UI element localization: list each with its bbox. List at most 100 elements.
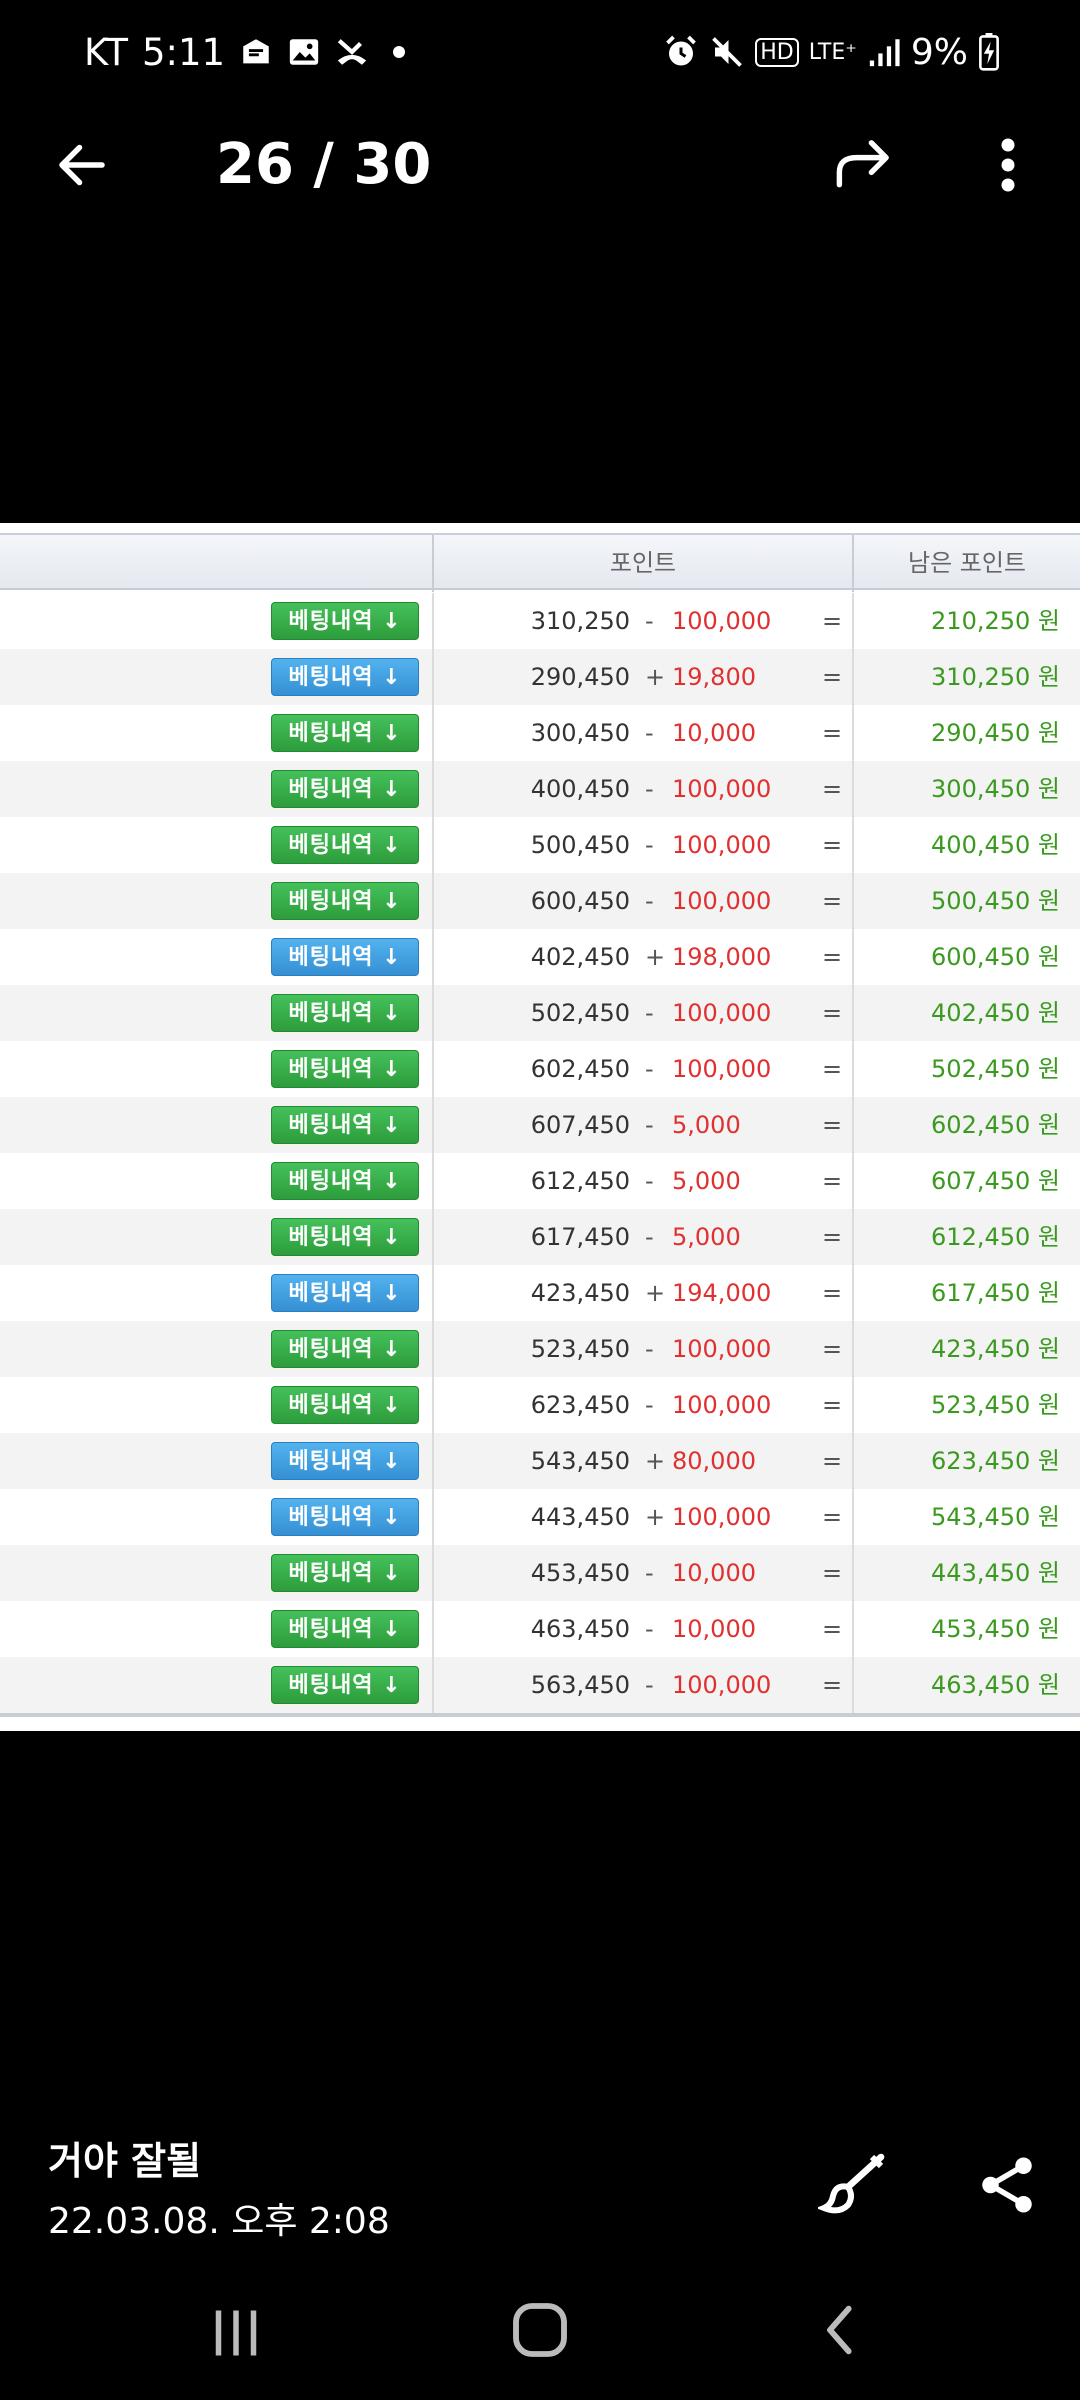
- equals-sign: =: [822, 1503, 843, 1531]
- bet-history-button[interactable]: 베팅내역 ↓: [271, 994, 419, 1032]
- column-separator: [852, 705, 854, 761]
- remaining-points: 210,250 원: [931, 607, 1060, 635]
- back-icon[interactable]: [818, 2298, 858, 2362]
- previous-points: 402,450: [530, 943, 630, 971]
- column-separator: [432, 1545, 434, 1601]
- bet-history-button[interactable]: 베팅내역 ↓: [271, 1666, 419, 1704]
- more-vert-icon[interactable]: [988, 135, 1028, 195]
- table-row: 베팅내역 ↓ 463,450-10,000 = 453,450 원: [0, 1601, 1080, 1657]
- bet-history-button[interactable]: 베팅내역 ↓: [271, 1162, 419, 1200]
- image-caption-date: 22.03.08. 오후 2:08: [48, 2201, 390, 2242]
- carrier: KT: [84, 30, 128, 74]
- operator: +: [645, 663, 666, 691]
- bet-history-button[interactable]: 베팅내역 ↓: [271, 1274, 419, 1312]
- share-icon[interactable]: [974, 2150, 1040, 2220]
- column-separator: [432, 705, 434, 761]
- column-separator: [852, 1209, 854, 1265]
- bet-history-button[interactable]: 베팅내역 ↓: [271, 1554, 419, 1592]
- remaining-points: 500,450 원: [931, 887, 1060, 915]
- remaining-points: 400,450 원: [931, 831, 1060, 859]
- operator: -: [645, 775, 654, 803]
- bet-amount: 198,000: [672, 943, 772, 971]
- bet-history-button[interactable]: 베팅내역 ↓: [271, 658, 419, 696]
- previous-points: 502,450: [530, 999, 630, 1027]
- bet-history-button[interactable]: 베팅내역 ↓: [271, 1106, 419, 1144]
- bet-amount: 10,000: [672, 1615, 756, 1643]
- bet-history-button[interactable]: 베팅내역 ↓: [271, 714, 419, 752]
- operator: +: [645, 1503, 666, 1531]
- bet-amount: 5,000: [672, 1223, 741, 1251]
- photo-content[interactable]: 포인트 남은 포인트 베팅내역 ↓ 310,250-100,000 = 210,250…: [0, 523, 1080, 1731]
- equals-sign: =: [822, 1279, 843, 1307]
- remaining-points: 310,250 원: [931, 663, 1060, 691]
- operator: -: [645, 1559, 654, 1587]
- column-separator: [432, 593, 434, 649]
- bet-amount: 5,000: [672, 1167, 741, 1195]
- previous-points: 602,450: [530, 1055, 630, 1083]
- remaining-points: 453,450 원: [931, 1615, 1060, 1643]
- bet-amount: 194,000: [672, 1279, 772, 1307]
- column-separator: [432, 1601, 434, 1657]
- bet-history-button[interactable]: 베팅내역 ↓: [271, 1386, 419, 1424]
- bet-amount: 100,000: [672, 999, 772, 1027]
- remaining-points: 290,450 원: [931, 719, 1060, 747]
- status-right: HD LTE⁺ 9%: [663, 26, 1000, 78]
- column-separator: [432, 817, 434, 873]
- share-arrow-icon[interactable]: [832, 135, 896, 195]
- column-separator: [852, 817, 854, 873]
- status-bar: KT 5:11 HD LTE⁺ 9%: [0, 0, 1080, 100]
- previous-points: 500,450: [530, 831, 630, 859]
- column-separator: [852, 1433, 854, 1489]
- equals-sign: =: [822, 999, 843, 1027]
- operator: +: [645, 943, 666, 971]
- bet-amount: 100,000: [672, 1055, 772, 1083]
- equals-sign: =: [822, 663, 843, 691]
- system-nav-bar: [0, 2270, 1080, 2400]
- recent-apps-icon[interactable]: [206, 2302, 266, 2364]
- home-icon[interactable]: [508, 2298, 572, 2362]
- bet-amount: 100,000: [672, 1391, 772, 1419]
- column-separator: [852, 1657, 854, 1713]
- remaining-points: 612,450 원: [931, 1223, 1060, 1251]
- column-separator: [432, 1377, 434, 1433]
- bet-history-button[interactable]: 베팅내역 ↓: [271, 938, 419, 976]
- bet-history-button[interactable]: 베팅내역 ↓: [271, 602, 419, 640]
- bet-amount: 10,000: [672, 719, 756, 747]
- table-row: 베팅내역 ↓ 617,450-5,000 = 612,450 원: [0, 1209, 1080, 1265]
- bet-history-button[interactable]: 베팅내역 ↓: [271, 1442, 419, 1480]
- table-row: 베팅내역 ↓ 453,450-10,000 = 443,450 원: [0, 1545, 1080, 1601]
- bet-history-button[interactable]: 베팅내역 ↓: [271, 826, 419, 864]
- equals-sign: =: [822, 887, 843, 915]
- bet-history-button[interactable]: 베팅내역 ↓: [271, 1498, 419, 1536]
- equals-sign: =: [822, 1671, 843, 1699]
- bet-amount: 100,000: [672, 1671, 772, 1699]
- remaining-points: 423,450 원: [931, 1335, 1060, 1363]
- remaining-points: 623,450 원: [931, 1447, 1060, 1475]
- column-separator: [852, 1265, 854, 1321]
- bet-history-button[interactable]: 베팅내역 ↓: [271, 1330, 419, 1368]
- alarm-icon: [666, 35, 697, 66]
- table-row: 베팅내역 ↓ 543,450 +80,000 = 623,450 원: [0, 1433, 1080, 1489]
- column-separator: [432, 1657, 434, 1713]
- table-row: 베팅내역 ↓ 600,450-100,000 = 500,450 원: [0, 873, 1080, 929]
- previous-points: 543,450: [530, 1447, 630, 1475]
- bet-history-button[interactable]: 베팅내역 ↓: [271, 1218, 419, 1256]
- equals-sign: =: [822, 831, 843, 859]
- equals-sign: =: [822, 1559, 843, 1587]
- brush-icon[interactable]: [818, 2148, 890, 2220]
- bet-history-button[interactable]: 베팅내역 ↓: [271, 1050, 419, 1088]
- column-separator: [432, 873, 434, 929]
- back-arrow-icon[interactable]: [52, 135, 112, 195]
- bet-history-button[interactable]: 베팅내역 ↓: [271, 770, 419, 808]
- previous-points: 617,450: [530, 1223, 630, 1251]
- table-bottom-border: [0, 1713, 1080, 1717]
- notification-dot: [393, 46, 406, 58]
- bet-history-button[interactable]: 베팅내역 ↓: [271, 882, 419, 920]
- equals-sign: =: [822, 943, 843, 971]
- column-separator: [852, 1041, 854, 1097]
- previous-points: 607,450: [530, 1111, 630, 1139]
- equals-sign: =: [822, 1447, 843, 1475]
- equals-sign: =: [822, 1223, 843, 1251]
- bet-history-button[interactable]: 베팅내역 ↓: [271, 1610, 419, 1648]
- column-separator: [432, 649, 434, 705]
